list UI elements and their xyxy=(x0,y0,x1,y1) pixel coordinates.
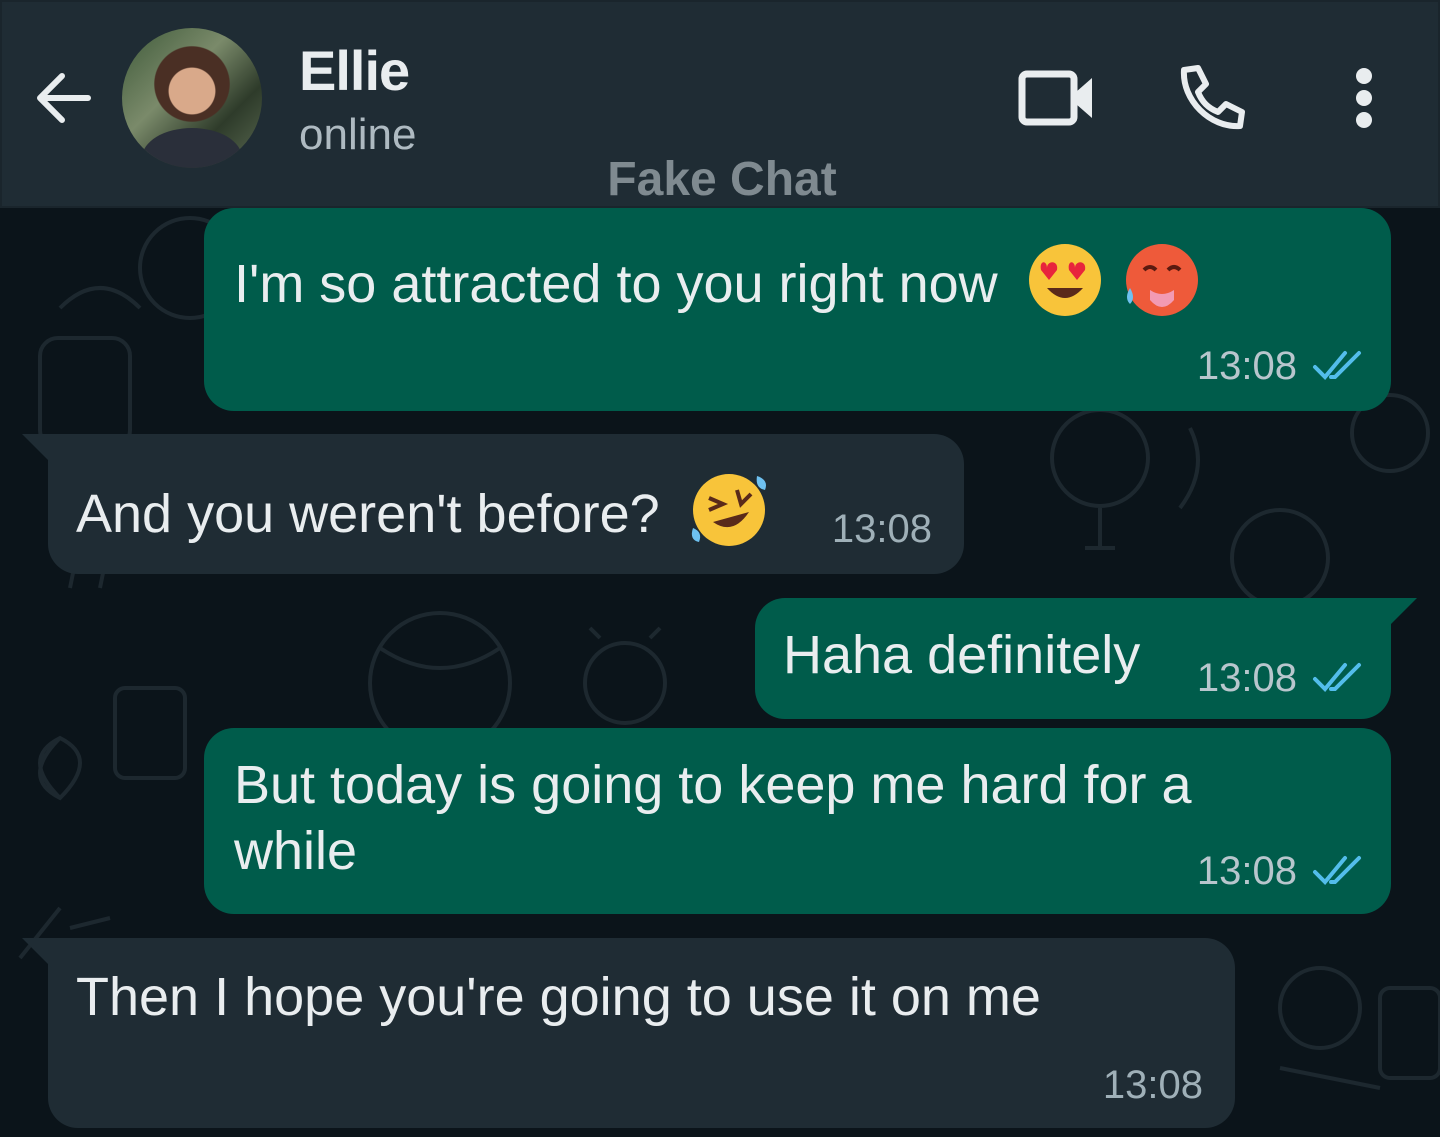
message-text: Haha definitely xyxy=(783,625,1141,685)
bubble-tail xyxy=(22,434,52,464)
read-receipt-icon xyxy=(1313,351,1361,380)
phone-icon[interactable] xyxy=(1170,58,1250,138)
chat-area[interactable]: I'm so attracted to you right now 13:08 … xyxy=(0,208,1440,1137)
message-bubble-incoming[interactable]: And you weren't before? 13:08 xyxy=(22,434,964,574)
message-text: And you weren't before? xyxy=(76,483,660,544)
message-time: 13:08 xyxy=(1196,344,1297,388)
hot-face-emoji xyxy=(1120,240,1200,335)
message-time: 13:08 xyxy=(831,507,932,551)
read-receipt-icon xyxy=(1313,856,1361,885)
message-text-line-1: But today is going to keep me hard for a xyxy=(234,755,1192,815)
message-bubble-outgoing[interactable]: I'm so attracted to you right now 13:08 xyxy=(204,208,1391,411)
chat-header: Ellie online Fake Chat xyxy=(0,0,1440,208)
message-text: I'm so attracted to you right now xyxy=(234,253,998,314)
message-text: Then I hope you're going to use it on me xyxy=(76,967,1041,1027)
more-vert-icon[interactable] xyxy=(1338,58,1390,138)
read-receipt-icon xyxy=(1313,663,1361,692)
message-time: 13:08 xyxy=(1196,849,1297,893)
message-bubble-incoming[interactable]: Then I hope you're going to use it on me… xyxy=(22,938,1235,1128)
heart-eyes-emoji xyxy=(1025,240,1105,335)
watermark-text: Fake Chat xyxy=(607,153,837,206)
contact-name[interactable]: Ellie xyxy=(299,38,410,104)
video-call-icon[interactable] xyxy=(1012,60,1102,136)
bubble-tail xyxy=(22,938,52,968)
message-time: 13:08 xyxy=(1102,1063,1203,1107)
back-arrow-icon[interactable] xyxy=(28,62,98,132)
message-time: 13:08 xyxy=(1196,656,1297,700)
avatar[interactable] xyxy=(122,28,262,168)
bubble-tail xyxy=(1387,598,1417,628)
message-text-line-2: while xyxy=(234,821,358,881)
message-bubble-outgoing[interactable]: But today is going to keep me hard for a… xyxy=(204,728,1391,914)
message-bubble-outgoing[interactable]: Haha definitely 13:08 xyxy=(755,598,1417,719)
rolling-laughing-emoji xyxy=(687,468,771,567)
